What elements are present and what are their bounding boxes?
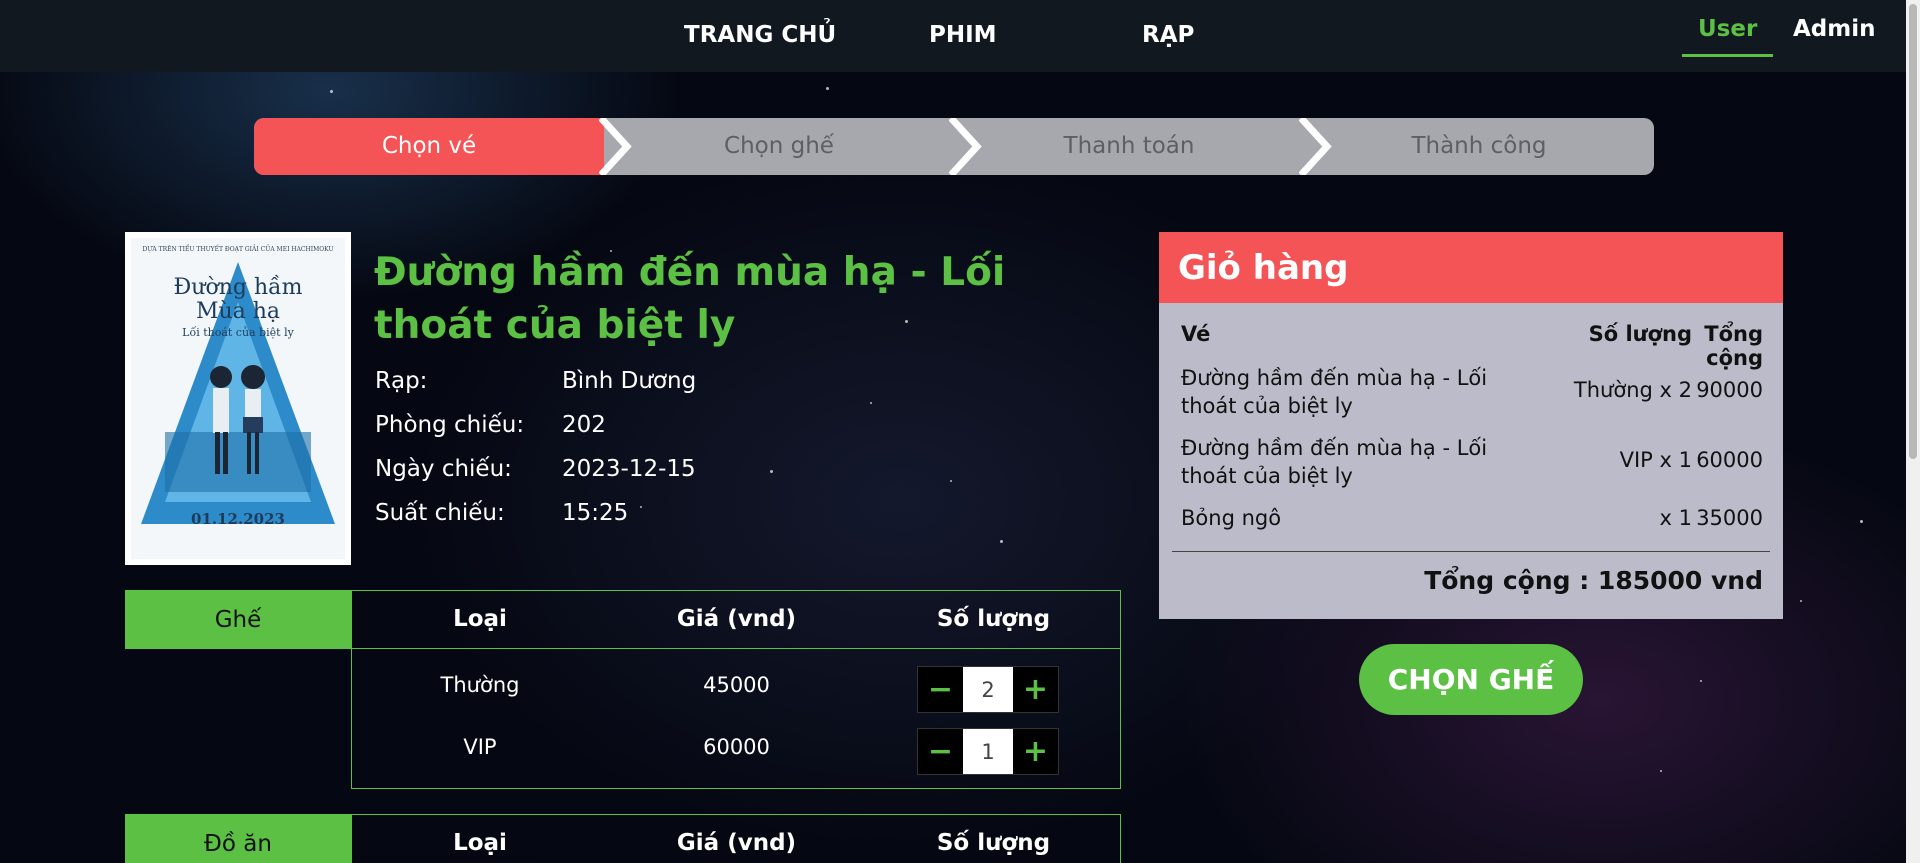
booking-progress-stepper: Chọn vé Chọn ghế Thanh toán Thành công bbox=[254, 118, 1654, 175]
nav-link-cinemas[interactable]: RẠP bbox=[1142, 22, 1194, 48]
quantity-value[interactable]: 2 bbox=[963, 667, 1013, 712]
col-header-quantity: Số lượng bbox=[936, 606, 1051, 632]
scrollbar-thumb[interactable] bbox=[1909, 4, 1917, 459]
increment-button[interactable]: + bbox=[1013, 667, 1058, 712]
step-choose-seat: Chọn ghế bbox=[724, 133, 834, 159]
info-value-date: 2023-12-15 bbox=[562, 456, 696, 482]
step-choose-ticket: Chọn vé bbox=[381, 133, 477, 159]
movie-title: Đường hầm đến mùa hạ - Lối thoát của biệ… bbox=[374, 250, 1006, 348]
role-tab-user[interactable]: User bbox=[1698, 16, 1757, 42]
seat-ticket-table: Ghế Loại Giá (vnd) Số lượng Thường 45000… bbox=[125, 590, 1121, 790]
cart-item-total: 35000 bbox=[1696, 506, 1763, 530]
cart-item-total: 90000 bbox=[1696, 378, 1763, 402]
ticket-type: VIP bbox=[463, 735, 497, 759]
cart-title: Giỏ hàng bbox=[1159, 232, 1783, 303]
page-scrollbar[interactable] bbox=[1906, 0, 1920, 863]
top-navbar: TRANG CHỦ PHIM RẠP User Admin bbox=[0, 0, 1920, 72]
section-label-seat: Ghế bbox=[125, 590, 351, 649]
ticket-price: 45000 bbox=[703, 673, 770, 697]
col-header-quantity: Số lượng bbox=[936, 830, 1051, 856]
info-label-showtime: Suất chiếu: bbox=[375, 500, 505, 526]
poster-tagline: DỰA TRÊN TIỂU THUYẾT ĐOẠT GIẢI CỦA MEI H… bbox=[142, 246, 334, 253]
cart-col-header-ticket: Vé bbox=[1181, 322, 1211, 346]
decrement-button[interactable]: − bbox=[918, 667, 963, 712]
cart-item-name: Bỏng ngô bbox=[1181, 506, 1282, 530]
movie-poster: DỰA TRÊN TIỂU THUYẾT ĐOẠT GIẢI CỦA MEI H… bbox=[125, 232, 351, 565]
table-header-row: Loại Giá (vnd) Số lượng bbox=[352, 815, 1120, 863]
table-row: Thường 45000 − 2 + bbox=[352, 655, 1120, 717]
info-value-cinema: Bình Dương bbox=[562, 368, 697, 394]
cart-grand-total: Tổng cộng : 185000 vnd bbox=[1424, 566, 1763, 595]
quantity-stepper: − 1 + bbox=[917, 728, 1059, 775]
ticket-price: 60000 bbox=[703, 735, 770, 759]
poster-subtitle: Lối thoát của biệt ly bbox=[182, 326, 294, 339]
cart-item-name: Đường hầm đến mùa hạ - Lối thoát của biệt… bbox=[1181, 436, 1488, 488]
step-separator-chevron bbox=[949, 118, 982, 175]
nav-link-home[interactable]: TRANG CHỦ bbox=[684, 22, 836, 48]
decrement-button[interactable]: − bbox=[918, 729, 963, 774]
step-separator-chevron bbox=[1299, 118, 1332, 175]
choose-seat-button[interactable]: CHỌN GHẾ bbox=[1359, 644, 1583, 715]
poster-title: Đường hầm Mùa hạ bbox=[173, 275, 303, 324]
quantity-value[interactable]: 1 bbox=[963, 729, 1013, 774]
cart-item-name: Đường hầm đến mùa hạ - Lối thoát của biệt… bbox=[1181, 366, 1488, 418]
active-role-indicator bbox=[1682, 54, 1773, 57]
nav-link-movies[interactable]: PHIM bbox=[929, 22, 997, 48]
col-header-price: Giá (vnd) bbox=[676, 606, 797, 632]
step-separator-chevron bbox=[599, 118, 632, 175]
shopping-cart-panel: Giỏ hàng Vé Số lượng Tổng cộng Đường hầm… bbox=[1159, 232, 1783, 619]
role-tab-admin[interactable]: Admin bbox=[1793, 16, 1876, 42]
col-header-price: Giá (vnd) bbox=[676, 830, 797, 856]
ticket-type: Thường bbox=[440, 673, 520, 697]
table-header-row: Loại Giá (vnd) Số lượng bbox=[352, 591, 1120, 649]
quantity-stepper: − 2 + bbox=[917, 666, 1059, 713]
info-value-showtime: 15:25 bbox=[562, 500, 629, 526]
info-label-cinema: Rạp: bbox=[375, 368, 428, 394]
cart-item-total: 60000 bbox=[1696, 448, 1763, 472]
col-header-type: Loại bbox=[453, 830, 507, 856]
increment-button[interactable]: + bbox=[1013, 729, 1058, 774]
info-label-room: Phòng chiếu: bbox=[375, 412, 525, 438]
step-success: Thành công bbox=[1411, 133, 1547, 159]
poster-release-date: 01.12.2023 bbox=[191, 510, 285, 528]
cart-col-header-total: Tổng cộng bbox=[1704, 322, 1763, 370]
col-header-type: Loại bbox=[453, 606, 507, 632]
info-value-room: 202 bbox=[562, 412, 606, 438]
step-payment: Thanh toán bbox=[1063, 133, 1195, 159]
info-label-date: Ngày chiếu: bbox=[375, 456, 512, 482]
table-row: VIP 60000 − 1 + bbox=[352, 717, 1120, 779]
section-label-food: Đồ ăn bbox=[125, 814, 351, 863]
cart-divider bbox=[1172, 551, 1770, 552]
food-table: Đồ ăn Loại Giá (vnd) Số lượng bbox=[125, 814, 1121, 863]
